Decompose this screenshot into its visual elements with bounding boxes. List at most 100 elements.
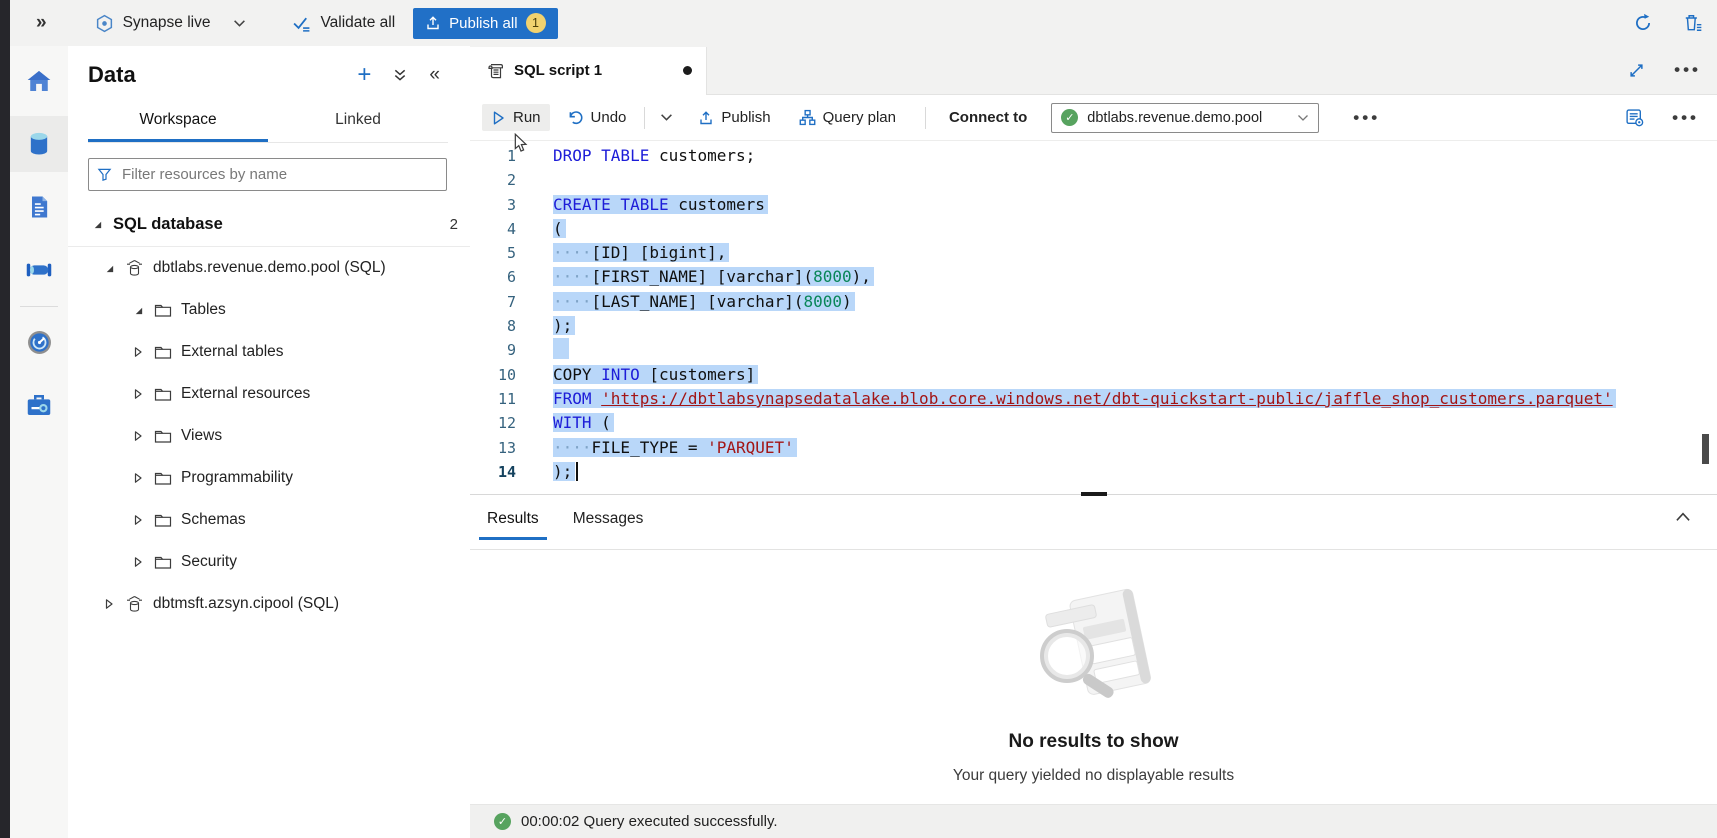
selection-highlight xyxy=(553,338,569,359)
sidebar-item-manage[interactable] xyxy=(10,377,68,433)
code-line[interactable]: 3CREATE TABLE customers xyxy=(470,193,1717,217)
splitter-handle[interactable] xyxy=(1081,492,1107,496)
validate-all-button[interactable]: Validate all xyxy=(292,14,395,32)
code-line[interactable]: 14); xyxy=(470,460,1717,484)
chevron-down-icon xyxy=(660,113,673,122)
pool-select-dropdown[interactable]: ✓ dbtlabs.revenue.demo.pool xyxy=(1051,103,1319,133)
database-count: 2 xyxy=(450,216,458,233)
code-line[interactable]: 6····[FIRST_NAME] [varchar](8000), xyxy=(470,265,1717,289)
sidebar-item-integrate[interactable] xyxy=(10,242,68,298)
tree-item-label: Schemas xyxy=(181,511,246,529)
query-plan-label: Query plan xyxy=(823,109,896,126)
code-line[interactable]: 4( xyxy=(470,217,1717,241)
code-line[interactable]: 13····FILE_TYPE = 'PARQUET' xyxy=(470,436,1717,460)
connect-to-label: Connect to xyxy=(949,109,1027,126)
double-chevron-down-icon[interactable] xyxy=(393,68,407,82)
undo-button[interactable]: Undo xyxy=(558,104,636,131)
expand-twisty-icon[interactable] xyxy=(131,388,145,400)
line-content xyxy=(516,338,569,362)
line-content: ····[FIRST_NAME] [varchar](8000), xyxy=(516,265,874,289)
sidebar-item-home[interactable] xyxy=(10,53,68,109)
refresh-icon[interactable] xyxy=(1633,13,1653,33)
tree-item-database[interactable]: dbtlabs.revenue.demo.pool (SQL) xyxy=(68,247,470,289)
tree-item-folder[interactable]: External tables xyxy=(68,331,470,373)
expand-editor-icon[interactable] xyxy=(1629,63,1644,78)
code-line[interactable]: 11FROM 'https://dbtlabsynapsedatalake.bl… xyxy=(470,387,1717,411)
tree-item-folder[interactable]: Security xyxy=(68,541,470,583)
sidebar-item-data[interactable] xyxy=(10,116,68,172)
folder-icon xyxy=(154,387,172,402)
expand-twisty-icon[interactable] xyxy=(131,472,145,484)
tab-sql-script-1[interactable]: SQL script 1 xyxy=(470,47,707,95)
tree-item-label: Security xyxy=(181,553,237,571)
tree-item-folder[interactable]: Views xyxy=(68,415,470,457)
expand-twisty-icon[interactable] xyxy=(102,598,116,610)
expand-twisty-icon[interactable] xyxy=(131,430,145,442)
line-content: ····FILE_TYPE = 'PARQUET' xyxy=(516,436,797,460)
sidebar-item-develop[interactable] xyxy=(10,179,68,235)
data-icon xyxy=(25,129,53,159)
collapse-panel-icon[interactable]: « xyxy=(429,64,440,86)
no-results-illustration xyxy=(999,576,1189,711)
line-content xyxy=(516,168,553,192)
publish-button[interactable]: Publish xyxy=(689,104,779,131)
collapse-twisty-icon[interactable] xyxy=(131,305,145,316)
data-panel-title: Data xyxy=(88,62,136,88)
tree-item-folder[interactable]: Programmability xyxy=(68,457,470,499)
tab-linked[interactable]: Linked xyxy=(268,102,448,142)
line-content: COPY INTO [customers] xyxy=(516,363,758,387)
filter-input[interactable] xyxy=(120,165,438,184)
script-settings-icon[interactable] xyxy=(1625,108,1644,127)
selection-highlight: COPY INTO [customers] xyxy=(553,365,758,384)
publish-all-label: Publish all xyxy=(449,15,517,32)
folder-icon xyxy=(154,303,172,318)
no-results-title: No results to show xyxy=(1009,731,1179,753)
top-command-bar: » Synapse live Validate all xyxy=(10,0,1717,47)
trash-icon[interactable] xyxy=(1683,13,1703,33)
home-icon xyxy=(24,66,54,96)
chevron-down-icon xyxy=(233,19,246,28)
code-line[interactable]: 9 xyxy=(470,338,1717,362)
tree-item-sql-database[interactable]: SQL database 2 xyxy=(68,205,470,243)
mode-switcher[interactable]: Synapse live xyxy=(95,14,247,33)
code-line[interactable]: 12WITH ( xyxy=(470,411,1717,435)
code-line[interactable]: 10COPY INTO [customers] xyxy=(470,363,1717,387)
tab-workspace[interactable]: Workspace xyxy=(88,102,268,142)
add-icon[interactable]: + xyxy=(357,63,371,87)
tree-item-database[interactable]: dbtmsft.azsyn.cipool (SQL) xyxy=(68,583,470,625)
tab-results[interactable]: Results xyxy=(479,495,547,540)
tree-item-folder[interactable]: External resources xyxy=(68,373,470,415)
expand-twisty-icon[interactable] xyxy=(131,514,145,526)
code-line[interactable]: 2 xyxy=(470,168,1717,192)
collapse-results-icon[interactable] xyxy=(1675,512,1691,522)
code-line[interactable]: 8); xyxy=(470,314,1717,338)
run-button[interactable]: Run xyxy=(482,104,550,131)
code-line[interactable]: 5····[ID] [bigint], xyxy=(470,241,1717,265)
expand-twisty-icon[interactable] xyxy=(131,556,145,568)
line-number: 6 xyxy=(470,265,516,289)
editor-scrollbar-thumb[interactable] xyxy=(1702,434,1709,464)
toolbar-divider xyxy=(644,107,645,129)
code-line[interactable]: 7····[LAST_NAME] [varchar](8000) xyxy=(470,290,1717,314)
tree-item-folder[interactable]: Tables xyxy=(68,289,470,331)
tab-messages[interactable]: Messages xyxy=(565,495,652,540)
expand-twisty-icon[interactable] xyxy=(131,346,145,358)
selection-highlight: WITH ( xyxy=(553,413,614,432)
code-line[interactable]: 1DROP TABLE customers; xyxy=(470,144,1717,168)
run-label: Run xyxy=(513,109,541,126)
selection-highlight: ); xyxy=(553,462,575,481)
run-options-dropdown[interactable] xyxy=(654,108,679,127)
success-check-icon: ✓ xyxy=(494,813,511,830)
code-editor[interactable]: 1DROP TABLE customers;23CREATE TABLE cus… xyxy=(470,141,1717,494)
sql-script-icon xyxy=(486,62,504,80)
publish-all-button[interactable]: Publish all 1 xyxy=(413,8,557,39)
expand-all-icon[interactable]: » xyxy=(36,12,47,34)
sidebar-divider xyxy=(20,306,58,307)
collapse-twisty-icon[interactable] xyxy=(90,219,104,230)
collapse-twisty-icon[interactable] xyxy=(102,263,116,274)
line-content: ); xyxy=(516,460,578,484)
line-number: 14 xyxy=(470,460,516,484)
tree-item-folder[interactable]: Schemas xyxy=(68,499,470,541)
query-plan-button[interactable]: Query plan xyxy=(790,104,905,131)
sidebar-item-monitor[interactable] xyxy=(10,314,68,370)
